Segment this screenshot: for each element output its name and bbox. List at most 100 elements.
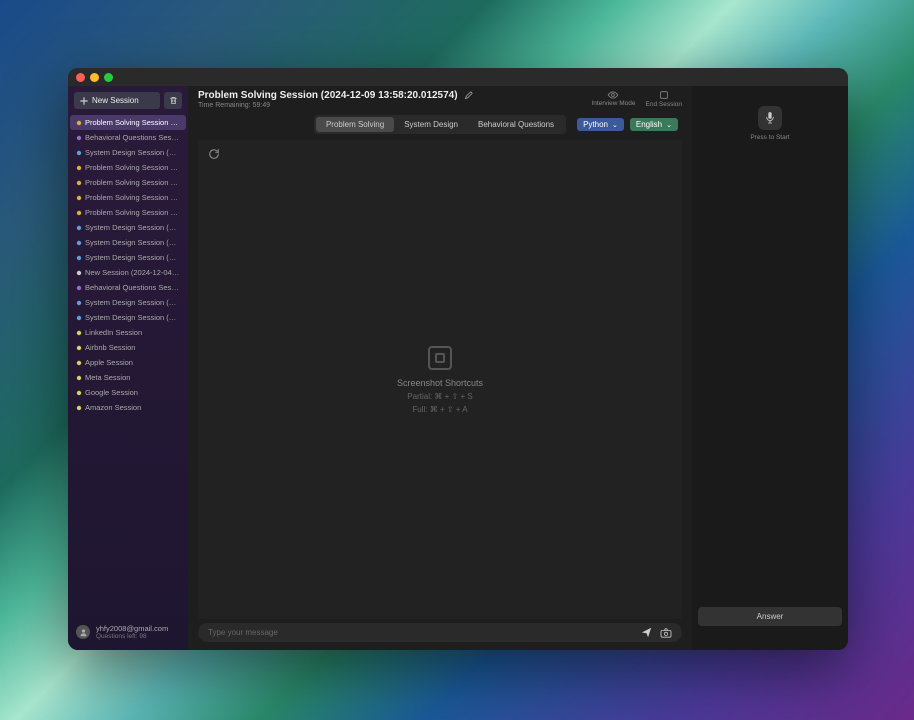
session-label: Behavioral Questions Sessio...: [85, 283, 180, 292]
session-item[interactable]: Amazon Session: [70, 400, 186, 415]
placeholder: Screenshot Shortcuts Partial: ⌘ + ⇧ + S …: [198, 140, 682, 619]
maximize-window-button[interactable]: [104, 73, 113, 82]
edit-title-button[interactable]: [464, 91, 473, 100]
session-item[interactable]: System Design Session (20...: [70, 235, 186, 250]
session-type-icon: [76, 135, 81, 140]
answer-button[interactable]: Answer: [698, 607, 842, 626]
session-item[interactable]: Problem Solving Session (2...: [70, 205, 186, 220]
new-session-label: New Session: [92, 96, 139, 105]
session-label: Problem Solving Session (2...: [85, 193, 180, 202]
avatar: [76, 625, 90, 639]
session-item[interactable]: Problem Solving Session (2...: [70, 160, 186, 175]
session-item[interactable]: Behavioral Questions Sessio...: [70, 280, 186, 295]
session-item[interactable]: Apple Session: [70, 355, 186, 370]
delete-sessions-button[interactable]: [164, 92, 182, 109]
mode-tab[interactable]: Problem Solving: [316, 117, 394, 132]
eye-icon: [607, 91, 619, 99]
locale-select[interactable]: English ⌄: [630, 118, 678, 131]
session-label: Problem Solving Session (2...: [85, 163, 180, 172]
session-type-icon: [76, 270, 81, 275]
user-footer[interactable]: yhfy2008@gmail.com Questions left: 98: [68, 618, 188, 650]
session-label: Meta Session: [85, 373, 130, 382]
session-item[interactable]: Google Session: [70, 385, 186, 400]
session-item[interactable]: Problem Solving Session (2...: [70, 175, 186, 190]
session-label: Problem Solving Session (2...: [85, 178, 180, 187]
session-type-icon: [76, 165, 81, 170]
session-type-icon: [76, 150, 81, 155]
session-type-icon: [76, 345, 81, 350]
header: Problem Solving Session (2024-12-09 13:5…: [188, 86, 692, 111]
end-session-button[interactable]: End Session: [646, 90, 683, 108]
session-item[interactable]: System Design Session (20...: [70, 145, 186, 160]
session-type-icon: [76, 300, 81, 305]
send-button[interactable]: [641, 627, 652, 638]
session-label: Google Session: [85, 388, 138, 397]
camera-button[interactable]: [660, 628, 672, 638]
language-select[interactable]: Python ⌄: [577, 118, 624, 131]
session-type-icon: [76, 285, 81, 290]
session-item[interactable]: Behavioral Questions Sessio...: [70, 130, 186, 145]
end-session-label: End Session: [646, 101, 683, 108]
session-label: Behavioral Questions Sessio...: [85, 133, 180, 142]
session-item[interactable]: Problem Solving Session (2...: [70, 190, 186, 205]
session-item[interactable]: LinkedIn Session: [70, 325, 186, 340]
session-type-icon: [76, 195, 81, 200]
message-input-row: [198, 623, 682, 642]
session-item[interactable]: System Design Session (20...: [70, 220, 186, 235]
session-item[interactable]: System Design Session (20...: [70, 310, 186, 325]
session-type-icon: [76, 180, 81, 185]
session-label: System Design Session (20...: [85, 298, 180, 307]
record-label: Press to Start: [750, 134, 789, 141]
interview-mode-label: Interview Mode: [591, 100, 635, 107]
mode-tab[interactable]: Behavioral Questions: [468, 117, 564, 132]
page-title: Problem Solving Session (2024-12-09 13:5…: [198, 90, 458, 101]
session-type-icon: [76, 315, 81, 320]
session-label: LinkedIn Session: [85, 328, 142, 337]
close-window-button[interactable]: [76, 73, 85, 82]
microphone-icon: [765, 111, 775, 125]
interview-mode-button[interactable]: Interview Mode: [591, 91, 635, 107]
placeholder-full: Full: ⌘ + ⇧ + A: [412, 405, 467, 414]
screenshot-icon: [428, 346, 452, 370]
record-button[interactable]: [758, 106, 782, 130]
content-area: Screenshot Shortcuts Partial: ⌘ + ⇧ + S …: [198, 140, 682, 619]
new-session-button[interactable]: New Session: [74, 92, 160, 109]
session-type-icon: [76, 240, 81, 245]
session-label: System Design Session (20...: [85, 148, 180, 157]
main-panel: Problem Solving Session (2024-12-09 13:5…: [188, 86, 692, 650]
chevron-down-icon: ⌄: [666, 121, 672, 129]
sidebar: New Session Problem Solving Session (2..…: [68, 86, 188, 650]
session-label: New Session (2024-12-04 1...: [85, 268, 180, 277]
mode-tab[interactable]: System Design: [394, 117, 468, 132]
refresh-button[interactable]: [208, 148, 220, 160]
session-item[interactable]: System Design Session (20...: [70, 250, 186, 265]
right-panel: Press to Start Answer: [692, 86, 848, 650]
session-item[interactable]: System Design Session (20...: [70, 295, 186, 310]
session-type-icon: [76, 210, 81, 215]
placeholder-title: Screenshot Shortcuts: [397, 378, 483, 388]
session-type-icon: [76, 375, 81, 380]
session-type-icon: [76, 405, 81, 410]
mode-tabs: Problem SolvingSystem DesignBehavioral Q…: [314, 115, 566, 134]
session-label: System Design Session (20...: [85, 223, 180, 232]
chevron-down-icon: ⌄: [612, 121, 618, 129]
app-window: New Session Problem Solving Session (2..…: [68, 68, 848, 650]
session-item[interactable]: Airbnb Session: [70, 340, 186, 355]
user-email: yhfy2008@gmail.com: [96, 624, 168, 633]
session-type-icon: [76, 225, 81, 230]
session-label: System Design Session (20...: [85, 313, 180, 322]
session-item[interactable]: Meta Session: [70, 370, 186, 385]
session-item[interactable]: Problem Solving Session (2...: [70, 115, 186, 130]
minimize-window-button[interactable]: [90, 73, 99, 82]
session-label: Airbnb Session: [85, 343, 135, 352]
session-item[interactable]: New Session (2024-12-04 1...: [70, 265, 186, 280]
session-label: Problem Solving Session (2...: [85, 208, 180, 217]
session-label: System Design Session (20...: [85, 238, 180, 247]
message-input[interactable]: [208, 628, 633, 637]
session-label: Problem Solving Session (2...: [85, 118, 180, 127]
locale-value: English: [636, 120, 662, 129]
tabs-row: Problem SolvingSystem DesignBehavioral Q…: [188, 111, 692, 140]
session-type-icon: [76, 390, 81, 395]
session-type-icon: [76, 330, 81, 335]
session-type-icon: [76, 120, 81, 125]
